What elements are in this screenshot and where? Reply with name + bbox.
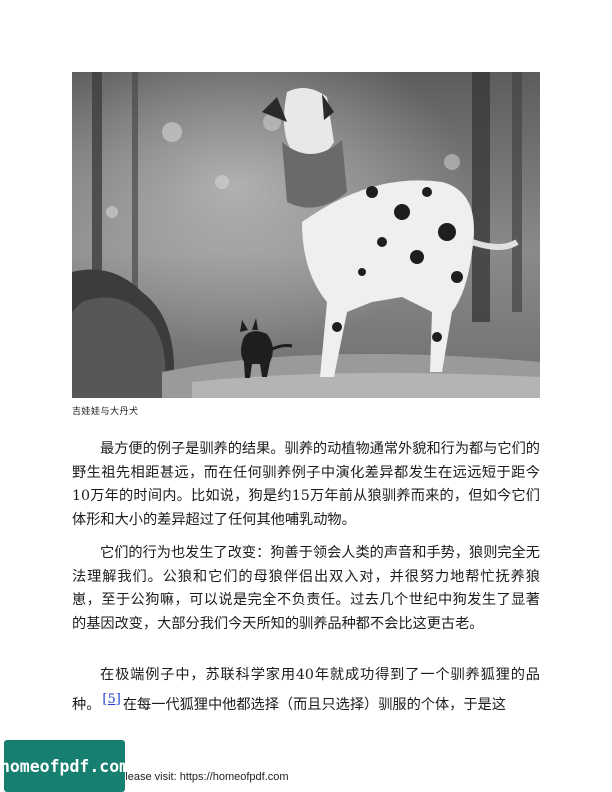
figure-caption: 吉娃娃与大丹犬 bbox=[72, 407, 139, 417]
footer-notice: e please visit: https://homeofpdf.com bbox=[110, 771, 289, 783]
badge-label: homeofpdf.com bbox=[0, 756, 130, 776]
homeofpdf-badge[interactable]: homeofpdf.com bbox=[0, 740, 129, 792]
paragraph-fox-experiment: 在极端例子中，苏联科学家用40年就成功得到了一个驯养狐狸的品种。 [5] 在每一代狐… bbox=[72, 664, 540, 717]
paragraph-fox-text-end: 在每一代狐狸中他都选择（而且只选择）驯服的个体，于是这 bbox=[122, 696, 506, 713]
dog-photo bbox=[72, 72, 540, 398]
paragraph-domestication: 最方便的例子是驯养的结果。驯养的动植物通常外貌和行为都与它们的野生祖先相距甚远，… bbox=[72, 441, 540, 528]
paragraph-dog-behavior: 它们的行为也发生了改变：狗善于领会人类的声音和手势，狼则完全无法理解我们。公狼和… bbox=[72, 545, 540, 632]
footnote-link[interactable]: [5] bbox=[102, 692, 120, 707]
